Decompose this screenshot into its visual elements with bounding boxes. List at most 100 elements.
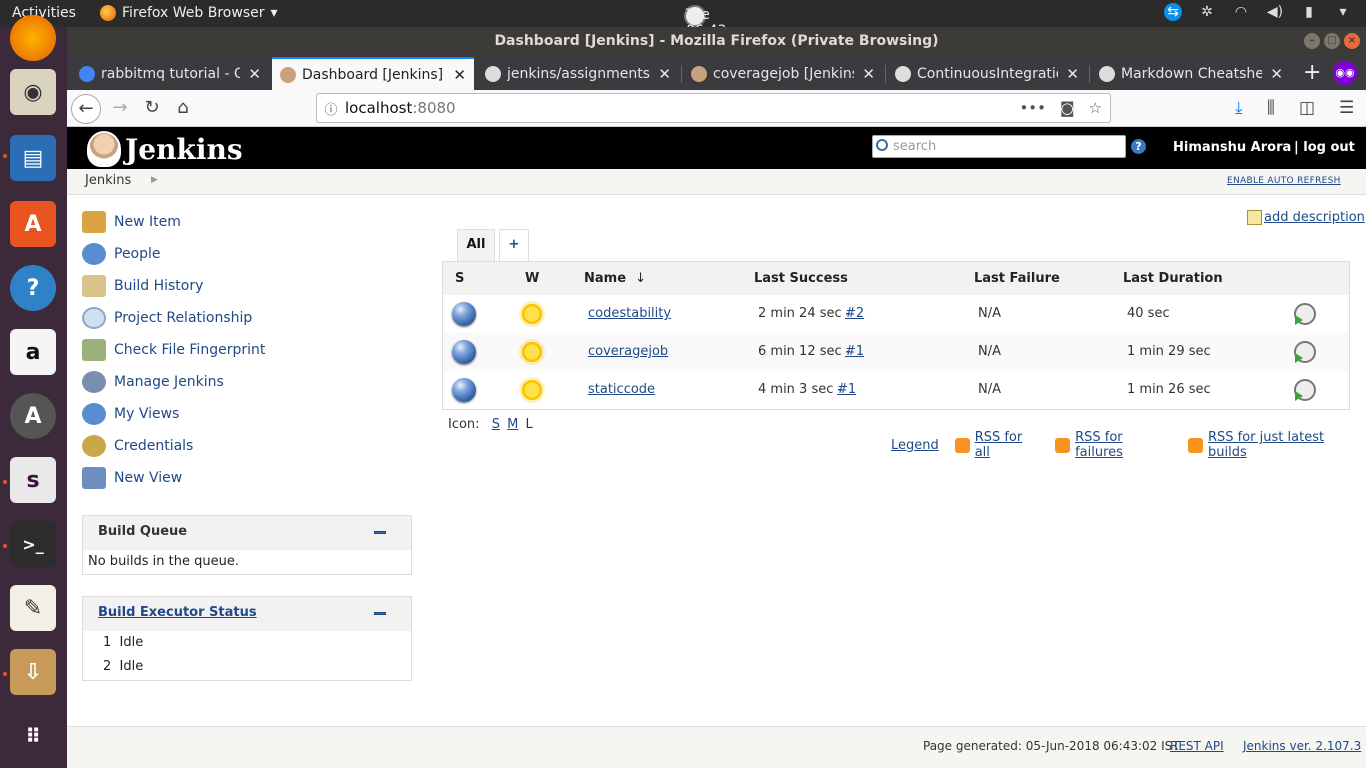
system-clock[interactable]: Tue 06:43 xyxy=(684,5,726,39)
archive-icon[interactable]: ⇩ xyxy=(10,649,56,695)
rss-icon xyxy=(954,437,970,453)
rss-all-link[interactable]: RSS for all xyxy=(975,430,1042,460)
task-new-item[interactable]: New Item xyxy=(82,210,181,234)
new-tab-button[interactable]: + xyxy=(1303,60,1321,85)
legend-link[interactable]: Legend xyxy=(891,438,939,453)
software-center-icon[interactable]: A xyxy=(10,201,56,247)
build-history-icon xyxy=(82,275,106,297)
close-tab-icon[interactable]: ✕ xyxy=(1270,65,1283,83)
tab-jenkins-assignments[interactable]: jenkins/assignments.md ✕ xyxy=(477,57,679,90)
settings-icon[interactable]: ✲ xyxy=(1198,3,1216,21)
bookmark-star-icon[interactable]: ☆ xyxy=(1089,99,1102,117)
terminal-icon[interactable]: >_ xyxy=(10,521,56,567)
collapse-icon[interactable] xyxy=(374,612,386,615)
wifi-icon[interactable]: ◠ xyxy=(1232,3,1250,21)
add-view-tab[interactable]: + xyxy=(499,229,529,261)
rhythmbox-icon[interactable]: ◉ xyxy=(10,69,56,115)
rss-latest-link[interactable]: RSS for just latest builds xyxy=(1208,430,1366,460)
amazon-icon[interactable]: a xyxy=(10,329,56,375)
user-link[interactable]: Himanshu Arora xyxy=(1173,140,1291,155)
home-button[interactable]: ⌂ xyxy=(168,94,198,124)
show-apps-icon[interactable]: ⠿ xyxy=(10,713,56,759)
close-window-button[interactable]: × xyxy=(1344,33,1360,49)
app-menu[interactable]: Firefox Web Browser ▾ xyxy=(100,5,278,21)
jenkins-logo[interactable]: Jenkins xyxy=(87,131,243,167)
header-last-failure[interactable]: Last Failure xyxy=(974,271,1060,286)
pocket-icon[interactable]: ◙ xyxy=(1060,99,1075,117)
minimize-button[interactable]: – xyxy=(1304,33,1320,49)
chevron-down-icon[interactable]: ▾ xyxy=(1334,3,1352,21)
jenkins-version-link[interactable]: Jenkins ver. 2.107.3 xyxy=(1243,739,1361,753)
job-link[interactable]: coveragejob xyxy=(588,344,668,359)
sidebar-icon[interactable]: ◫ xyxy=(1299,98,1315,118)
running-indicator xyxy=(3,480,7,484)
icon-size-small[interactable]: S xyxy=(492,417,500,432)
back-button[interactable]: ← xyxy=(71,94,101,124)
help-icon[interactable]: ? xyxy=(1131,139,1146,154)
teamviewer-icon[interactable]: ⇆ xyxy=(1164,3,1182,21)
header-weather[interactable]: W xyxy=(525,271,539,286)
close-tab-icon[interactable]: ✕ xyxy=(658,65,671,83)
build-link[interactable]: #1 xyxy=(845,344,864,359)
updater-icon[interactable]: A xyxy=(10,393,56,439)
job-link[interactable]: codestability xyxy=(588,306,671,321)
text-editor-icon[interactable]: ✎ xyxy=(10,585,56,631)
task-new-view[interactable]: New View xyxy=(82,466,182,490)
tab-all[interactable]: All xyxy=(457,229,495,261)
header-status[interactable]: S xyxy=(455,271,464,286)
task-label: New View xyxy=(114,470,183,486)
hamburger-menu-icon[interactable]: ☰ xyxy=(1339,98,1354,118)
build-link[interactable]: #1 xyxy=(837,382,856,397)
header-name[interactable]: Name ↓ xyxy=(584,271,646,286)
tab-dashboard-jenkins[interactable]: Dashboard [Jenkins] ✕ xyxy=(272,57,474,90)
table-row: staticcode 4 min 3 sec - #1 N/A 1 min 26… xyxy=(443,371,1349,409)
tab-continuousintegration[interactable]: ContinuousIntegration ✕ xyxy=(887,57,1087,90)
task-my-views[interactable]: My Views xyxy=(82,402,179,426)
battery-icon[interactable]: ▮ xyxy=(1300,3,1318,21)
breadcrumb-jenkins[interactable]: Jenkins xyxy=(85,173,131,188)
add-description-link[interactable]: add description xyxy=(1247,210,1365,225)
page-actions-icon[interactable]: ••• xyxy=(1019,99,1046,117)
site-info-icon[interactable]: ⓘ xyxy=(317,99,345,118)
task-manage-jenkins[interactable]: Manage Jenkins xyxy=(82,370,224,394)
forward-button[interactable]: → xyxy=(105,94,135,124)
firefox-launcher-icon[interactable] xyxy=(10,15,56,61)
library-icon[interactable]: ⫼ xyxy=(1267,98,1275,118)
task-people[interactable]: People xyxy=(82,242,161,266)
tab-markdown-cheatsheet[interactable]: Markdown Cheatsheet ✕ xyxy=(1091,57,1291,90)
breadcrumb-arrow-icon[interactable]: ▶ xyxy=(151,175,158,185)
header-last-success[interactable]: Last Success xyxy=(754,271,848,286)
build-executor-status-link[interactable]: Build Executor Status xyxy=(98,605,257,620)
writer-icon[interactable]: ▤ xyxy=(10,135,56,181)
slack-icon[interactable]: s xyxy=(10,457,56,503)
downloads-icon[interactable]: ⤓ xyxy=(1235,98,1243,118)
icon-size-selector: Icon: S M L xyxy=(448,417,533,432)
help-icon[interactable]: ? xyxy=(10,265,56,311)
close-tab-icon[interactable]: ✕ xyxy=(862,65,875,83)
task-check-file-fingerprint[interactable]: Check File Fingerprint xyxy=(82,338,265,362)
volume-icon[interactable]: ◀) xyxy=(1266,3,1284,21)
enable-auto-refresh-link[interactable]: ENABLE AUTO REFRESH xyxy=(1227,176,1341,186)
tab-coveragejob[interactable]: coveragejob [Jenkins] ✕ xyxy=(683,57,883,90)
task-project-relationship[interactable]: Project Relationship xyxy=(82,306,252,330)
task-credentials[interactable]: Credentials xyxy=(82,434,193,458)
rest-api-link[interactable]: REST API xyxy=(1170,739,1224,753)
icon-size-medium[interactable]: M xyxy=(507,417,518,432)
url-bar[interactable]: ⓘ localhost:8080 ••• ◙ ☆ xyxy=(316,93,1111,123)
executor-state: Idle xyxy=(119,635,144,650)
close-tab-icon[interactable]: ✕ xyxy=(453,66,466,84)
executor-row: 1 Idle xyxy=(83,631,411,655)
collapse-icon[interactable] xyxy=(374,531,386,534)
maximize-button[interactable]: □ xyxy=(1324,33,1340,49)
task-build-history[interactable]: Build History xyxy=(82,274,203,298)
rss-failures-link[interactable]: RSS for failures xyxy=(1075,430,1174,460)
reload-button[interactable]: ↻ xyxy=(137,94,167,124)
build-link[interactable]: #2 xyxy=(845,306,864,321)
header-last-duration[interactable]: Last Duration xyxy=(1123,271,1223,286)
job-link[interactable]: staticcode xyxy=(588,382,655,397)
tab-rabbitmq[interactable]: rabbitmq tutorial - Go ✕ xyxy=(71,57,269,90)
search-input[interactable]: search xyxy=(872,135,1126,158)
logout-link[interactable]: | log out xyxy=(1294,140,1355,155)
close-tab-icon[interactable]: ✕ xyxy=(248,65,261,83)
close-tab-icon[interactable]: ✕ xyxy=(1066,65,1079,83)
